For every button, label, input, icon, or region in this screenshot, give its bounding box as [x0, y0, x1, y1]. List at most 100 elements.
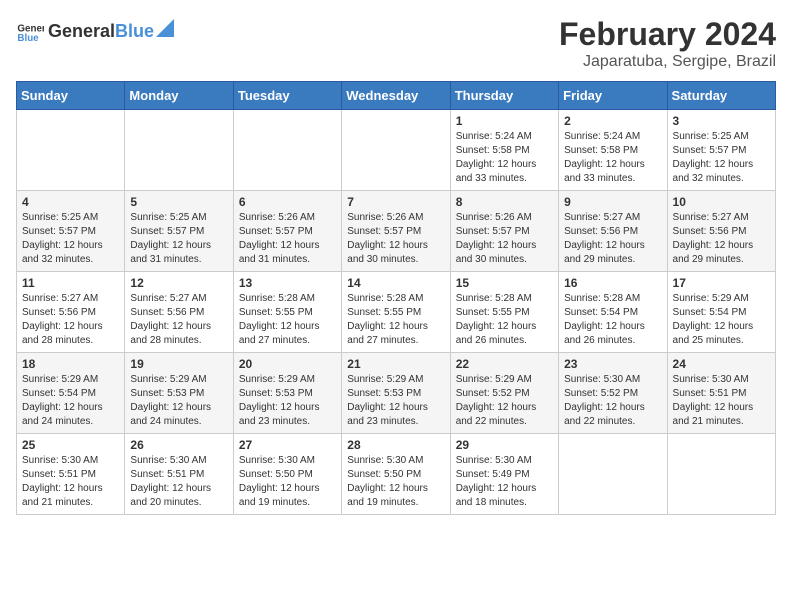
- calendar-cell: [342, 110, 450, 191]
- day-number: 28: [347, 438, 444, 452]
- calendar-cell: 8 Sunrise: 5:26 AM Sunset: 5:57 PM Daylig…: [450, 191, 558, 272]
- calendar-cell: 3 Sunrise: 5:25 AM Sunset: 5:57 PM Daylig…: [667, 110, 775, 191]
- day-content: Sunrise: 5:24 AM Sunset: 5:58 PM Dayligh…: [456, 130, 553, 186]
- calendar-cell: 27 Sunrise: 5:30 AM Sunset: 5:50 PM Dayli…: [233, 434, 341, 515]
- calendar-cell: 9Sunrise: 5:27 AM Sunset: 5:56 PM Daylig…: [559, 191, 667, 272]
- calendar-cell: 10 Sunrise: 5:27 AM Sunset: 5:56 PM Dayli…: [667, 191, 775, 272]
- day-content: Sunrise: 5:29 AM Sunset: 5:52 PM Dayligh…: [456, 373, 553, 429]
- logo-icon: General Blue: [16, 16, 44, 44]
- calendar-body: 1Sunrise: 5:24 AM Sunset: 5:58 PM Daylig…: [17, 110, 776, 515]
- calendar-cell: 14 Sunrise: 5:28 AM Sunset: 5:55 PM Dayli…: [342, 272, 450, 353]
- calendar-cell: [667, 434, 775, 515]
- day-content: Sunrise: 5:29 AM Sunset: 5:53 PM Dayligh…: [239, 373, 336, 429]
- day-number: 12: [130, 276, 227, 290]
- calendar-cell: [17, 110, 125, 191]
- day-content: Sunrise: 5:29 AM Sunset: 5:54 PM Dayligh…: [22, 373, 119, 429]
- calendar-cell: 6 Sunrise: 5:26 AM Sunset: 5:57 PM Daylig…: [233, 191, 341, 272]
- day-content: Sunrise: 5:30 AM Sunset: 5:51 PM Dayligh…: [130, 454, 227, 510]
- day-number: 11: [22, 276, 119, 290]
- location-subtitle: Japaratuba, Sergipe, Brazil: [559, 53, 776, 71]
- calendar-cell: 5Sunrise: 5:25 AM Sunset: 5:57 PM Daylig…: [125, 191, 233, 272]
- calendar-cell: 21Sunrise: 5:29 AM Sunset: 5:53 PM Dayli…: [342, 353, 450, 434]
- calendar-cell: 25 Sunrise: 5:30 AM Sunset: 5:51 PM Dayli…: [17, 434, 125, 515]
- logo-general-text: General: [48, 21, 115, 42]
- day-number: 6: [239, 195, 336, 209]
- day-number: 13: [239, 276, 336, 290]
- calendar-cell: [233, 110, 341, 191]
- day-content: Sunrise: 5:30 AM Sunset: 5:51 PM Dayligh…: [22, 454, 119, 510]
- day-content: Sunrise: 5:30 AM Sunset: 5:50 PM Dayligh…: [347, 454, 444, 510]
- day-number: 3: [673, 114, 770, 128]
- day-content: Sunrise: 5:30 AM Sunset: 5:49 PM Dayligh…: [456, 454, 553, 510]
- day-content: Sunrise: 5:30 AM Sunset: 5:51 PM Dayligh…: [673, 373, 770, 429]
- logo-blue-text: Blue: [115, 21, 154, 42]
- calendar-cell: 1Sunrise: 5:24 AM Sunset: 5:58 PM Daylig…: [450, 110, 558, 191]
- day-number: 22: [456, 357, 553, 371]
- day-number: 26: [130, 438, 227, 452]
- calendar-cell: 16 Sunrise: 5:28 AM Sunset: 5:54 PM Dayli…: [559, 272, 667, 353]
- day-number: 4: [22, 195, 119, 209]
- day-number: 10: [673, 195, 770, 209]
- month-year-title: February 2024: [559, 16, 776, 53]
- day-number: 29: [456, 438, 553, 452]
- day-number: 16: [564, 276, 661, 290]
- calendar-cell: 15 Sunrise: 5:28 AM Sunset: 5:55 PM Dayli…: [450, 272, 558, 353]
- day-content: Sunrise: 5:26 AM Sunset: 5:57 PM Dayligh…: [239, 211, 336, 267]
- day-content: Sunrise: 5:26 AM Sunset: 5:57 PM Dayligh…: [456, 211, 553, 267]
- logo: General Blue General Blue: [16, 16, 174, 44]
- day-number: 25: [22, 438, 119, 452]
- day-content: Sunrise: 5:28 AM Sunset: 5:55 PM Dayligh…: [347, 292, 444, 348]
- day-content: Sunrise: 5:27 AM Sunset: 5:56 PM Dayligh…: [22, 292, 119, 348]
- calendar-cell: 7 Sunrise: 5:26 AM Sunset: 5:57 PM Daylig…: [342, 191, 450, 272]
- day-number: 8: [456, 195, 553, 209]
- day-content: Sunrise: 5:27 AM Sunset: 5:56 PM Dayligh…: [673, 211, 770, 267]
- day-content: Sunrise: 5:25 AM Sunset: 5:57 PM Dayligh…: [673, 130, 770, 186]
- header-day-friday: Friday: [559, 82, 667, 110]
- calendar-cell: 17 Sunrise: 5:29 AM Sunset: 5:54 PM Dayli…: [667, 272, 775, 353]
- header-day-tuesday: Tuesday: [233, 82, 341, 110]
- day-content: Sunrise: 5:28 AM Sunset: 5:55 PM Dayligh…: [239, 292, 336, 348]
- calendar-header-row: SundayMondayTuesdayWednesdayThursdayFrid…: [17, 82, 776, 110]
- calendar-cell: 26 Sunrise: 5:30 AM Sunset: 5:51 PM Dayli…: [125, 434, 233, 515]
- header-day-wednesday: Wednesday: [342, 82, 450, 110]
- calendar-cell: 2 Sunrise: 5:24 AM Sunset: 5:58 PM Daylig…: [559, 110, 667, 191]
- header: General Blue General Blue February 2024 …: [16, 16, 776, 71]
- calendar-cell: 19 Sunrise: 5:29 AM Sunset: 5:53 PM Dayli…: [125, 353, 233, 434]
- day-number: 17: [673, 276, 770, 290]
- day-content: Sunrise: 5:29 AM Sunset: 5:53 PM Dayligh…: [130, 373, 227, 429]
- calendar-cell: 28 Sunrise: 5:30 AM Sunset: 5:50 PM Dayli…: [342, 434, 450, 515]
- day-number: 14: [347, 276, 444, 290]
- calendar-cell: 24 Sunrise: 5:30 AM Sunset: 5:51 PM Dayli…: [667, 353, 775, 434]
- day-number: 7: [347, 195, 444, 209]
- calendar-table: SundayMondayTuesdayWednesdayThursdayFrid…: [16, 81, 776, 515]
- calendar-week-row: 4 Sunrise: 5:25 AM Sunset: 5:57 PM Daylig…: [17, 191, 776, 272]
- calendar-cell: 23 Sunrise: 5:30 AM Sunset: 5:52 PM Dayli…: [559, 353, 667, 434]
- calendar-cell: [559, 434, 667, 515]
- day-content: Sunrise: 5:24 AM Sunset: 5:58 PM Dayligh…: [564, 130, 661, 186]
- header-day-monday: Monday: [125, 82, 233, 110]
- day-number: 18: [22, 357, 119, 371]
- day-number: 23: [564, 357, 661, 371]
- calendar-cell: 12 Sunrise: 5:27 AM Sunset: 5:56 PM Dayli…: [125, 272, 233, 353]
- day-number: 24: [673, 357, 770, 371]
- header-day-sunday: Sunday: [17, 82, 125, 110]
- day-content: Sunrise: 5:25 AM Sunset: 5:57 PM Dayligh…: [22, 211, 119, 267]
- calendar-cell: 20Sunrise: 5:29 AM Sunset: 5:53 PM Dayli…: [233, 353, 341, 434]
- day-content: Sunrise: 5:27 AM Sunset: 5:56 PM Dayligh…: [130, 292, 227, 348]
- calendar-week-row: 1Sunrise: 5:24 AM Sunset: 5:58 PM Daylig…: [17, 110, 776, 191]
- day-number: 15: [456, 276, 553, 290]
- svg-text:Blue: Blue: [17, 33, 39, 44]
- day-content: Sunrise: 5:30 AM Sunset: 5:52 PM Dayligh…: [564, 373, 661, 429]
- day-content: Sunrise: 5:29 AM Sunset: 5:54 PM Dayligh…: [673, 292, 770, 348]
- day-content: Sunrise: 5:28 AM Sunset: 5:55 PM Dayligh…: [456, 292, 553, 348]
- calendar-cell: 13 Sunrise: 5:28 AM Sunset: 5:55 PM Dayli…: [233, 272, 341, 353]
- day-number: 19: [130, 357, 227, 371]
- header-day-saturday: Saturday: [667, 82, 775, 110]
- day-content: Sunrise: 5:29 AM Sunset: 5:53 PM Dayligh…: [347, 373, 444, 429]
- day-number: 2: [564, 114, 661, 128]
- day-number: 27: [239, 438, 336, 452]
- header-day-thursday: Thursday: [450, 82, 558, 110]
- day-content: Sunrise: 5:28 AM Sunset: 5:54 PM Dayligh…: [564, 292, 661, 348]
- day-content: Sunrise: 5:26 AM Sunset: 5:57 PM Dayligh…: [347, 211, 444, 267]
- day-content: Sunrise: 5:30 AM Sunset: 5:50 PM Dayligh…: [239, 454, 336, 510]
